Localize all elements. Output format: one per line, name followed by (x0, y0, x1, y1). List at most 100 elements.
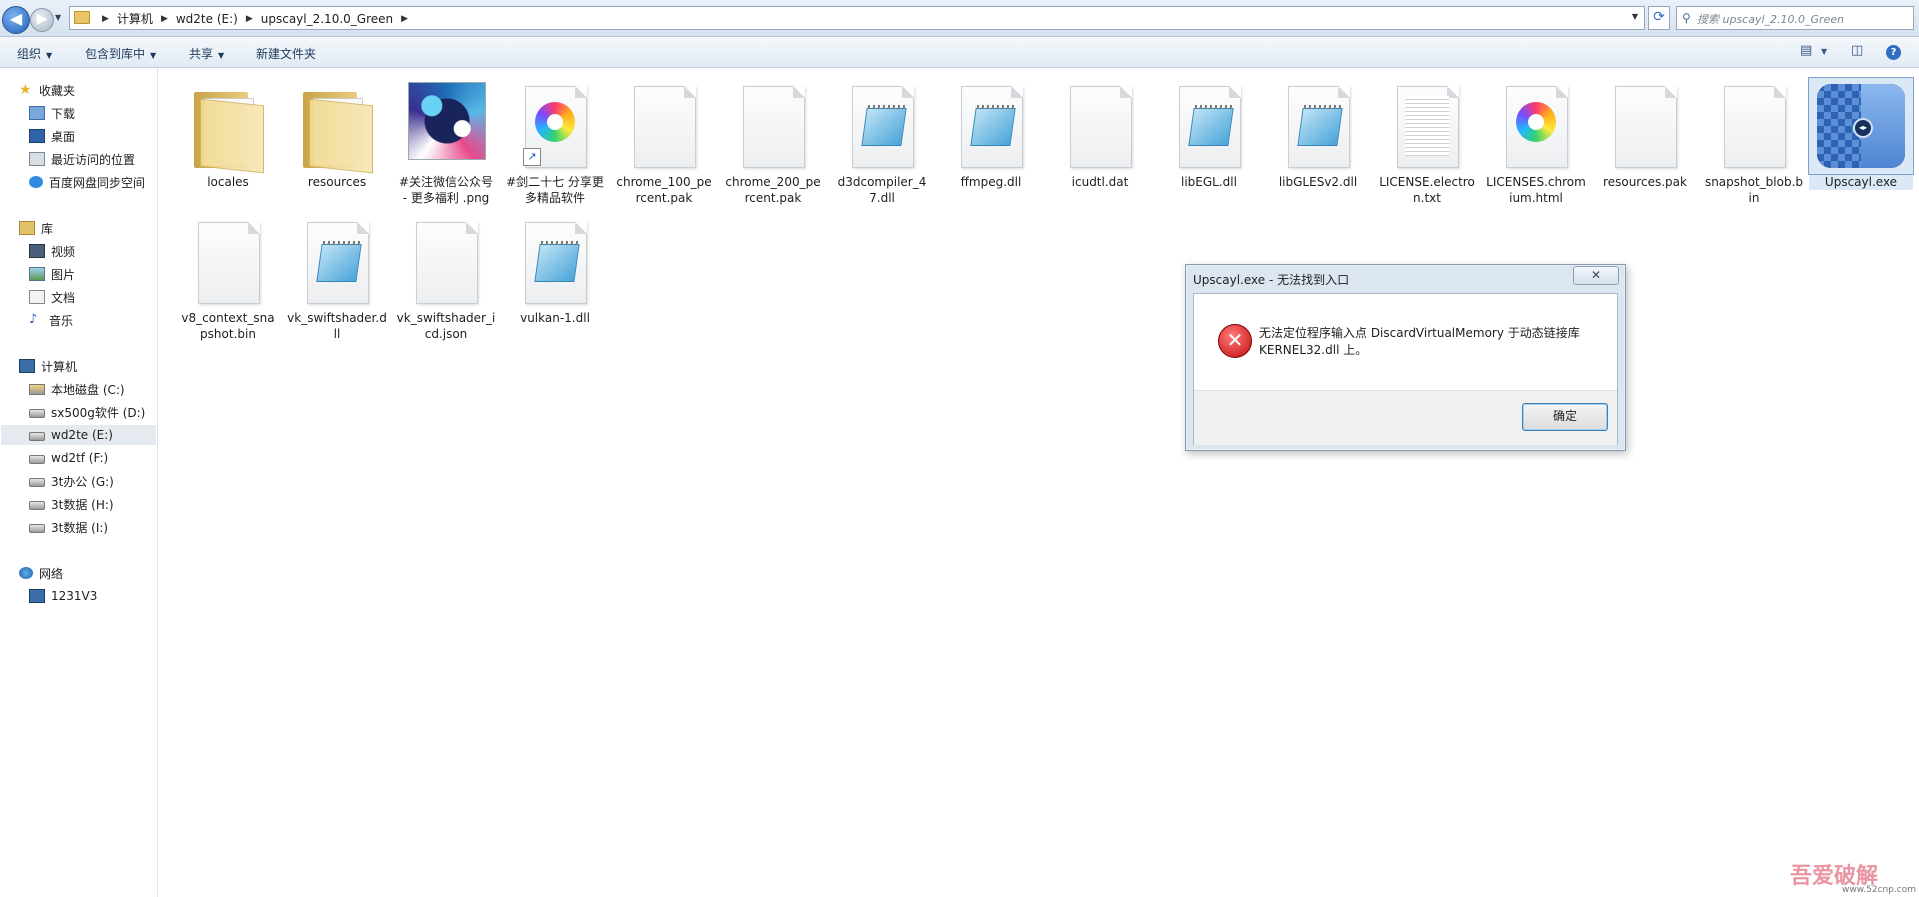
refresh-button[interactable]: ⟳ (1648, 6, 1670, 30)
organize-label: 组织 (17, 47, 42, 61)
share-button[interactable]: 共享 ▼ (189, 45, 224, 62)
sidebar-item-drive-i[interactable]: 3t数据 (I:) (29, 517, 108, 537)
sidebar-item-videos[interactable]: 视频 (29, 241, 75, 261)
notepad-icon (1188, 108, 1234, 146)
preview-pane-icon[interactable]: ◫ (1851, 43, 1863, 58)
view-options-dropdown-icon[interactable]: ▼ (1821, 47, 1827, 56)
change-view-icon[interactable]: ▤ (1800, 43, 1812, 58)
sidebar-item-label: 1231V3 (51, 589, 98, 603)
breadcrumb-separator-icon[interactable]: ▶ (246, 14, 253, 24)
file-item[interactable]: ↗ #剑二十七 分享更多精品软件 (503, 78, 607, 206)
file-item[interactable]: #关注微信公众号 - 更多福利 .png (394, 78, 498, 206)
sidebar-item-baidu-sync[interactable]: 百度网盘同步空间 (29, 172, 145, 192)
back-arrow-icon: ◀ (9, 9, 23, 28)
file-item[interactable]: LICENSES.chromium.html (1484, 78, 1588, 206)
sidebar-item-drive-f[interactable]: wd2tf (F:) (29, 448, 108, 468)
back-button[interactable]: ◀ (2, 6, 30, 34)
sidebar-item-music[interactable]: ♪ 音乐 (29, 310, 73, 330)
include-in-library-button[interactable]: 包含到库中 ▼ (85, 45, 156, 62)
desktop-icon (29, 129, 45, 143)
file-item[interactable]: libGLESv2.dll (1266, 78, 1370, 190)
file-icon (416, 222, 478, 304)
include-in-library-label: 包含到库中 (85, 47, 146, 61)
colorful-ring-icon (535, 102, 575, 142)
dialog-close-button[interactable]: ✕ (1573, 266, 1619, 285)
sidebar-item-label: 下载 (51, 106, 76, 121)
new-folder-button[interactable]: 新建文件夹 (256, 45, 316, 62)
file-item[interactable]: snapshot_blob.bin (1702, 78, 1806, 206)
file-name: vk_swiftshader_icd.json (396, 311, 496, 341)
sidebar-item-drive-h[interactable]: 3t数据 (H:) (29, 494, 114, 514)
notepad-icon (970, 108, 1016, 146)
file-item[interactable]: v8_context_snapshot.bin (176, 214, 280, 342)
sidebar-item-drive-d[interactable]: sx500g软件 (D:) (29, 402, 145, 422)
sidebar-item-drive-c[interactable]: 本地磁盘 (C:) (29, 379, 125, 399)
ok-button[interactable]: 确定 (1522, 403, 1608, 431)
sidebar-libraries-label: 库 (41, 221, 54, 236)
sidebar-item-network-pc[interactable]: 1231V3 (29, 586, 97, 606)
notepad-icon (316, 244, 362, 282)
file-name: resources (307, 175, 367, 189)
sidebar-item-recent-places[interactable]: 最近访问的位置 (29, 149, 135, 169)
breadcrumb-separator-icon[interactable]: ▶ (102, 14, 109, 24)
forward-arrow-icon: ▶ (36, 11, 48, 27)
file-item[interactable]: libEGL.dll (1157, 78, 1261, 190)
recent-pages-dropdown-icon[interactable]: ▼ (55, 13, 61, 22)
file-name: icudtl.dat (1071, 175, 1129, 189)
forward-button[interactable]: ▶ (30, 8, 54, 32)
file-item[interactable]: icudtl.dat (1048, 78, 1152, 190)
notepad-icon (861, 108, 907, 146)
file-item[interactable]: chrome_100_percent.pak (612, 78, 716, 206)
organize-menu-button[interactable]: 组织 ▼ (17, 45, 52, 62)
sidebar-computer[interactable]: 计算机 (19, 356, 77, 376)
file-name: LICENSES.chromium.html (1486, 175, 1586, 205)
search-input[interactable]: ⚲ 搜索 upscayl_2.10.0_Green (1676, 6, 1914, 30)
hard-drive-icon (29, 523, 45, 533)
file-item[interactable]: vk_swiftshader.dll (285, 214, 389, 342)
sidebar-item-label: 图片 (51, 267, 76, 282)
file-item[interactable]: LICENSE.electron.txt (1375, 78, 1479, 206)
file-name: libGLESv2.dll (1278, 175, 1358, 189)
breadcrumb-separator-icon[interactable]: ▶ (161, 14, 168, 24)
file-name: v8_context_snapshot.bin (181, 311, 275, 341)
sidebar-network[interactable]: 网络 (19, 563, 63, 583)
sidebar-favorites[interactable]: ★ 收藏夹 (19, 80, 75, 100)
breadcrumb-item-drive[interactable]: wd2te (E:) (176, 12, 238, 26)
breadcrumb-item-folder[interactable]: upscayl_2.10.0_Green (261, 12, 393, 26)
address-history-dropdown-icon[interactable]: ▼ (1632, 12, 1638, 21)
sidebar-item-label: wd2te (E:) (51, 428, 113, 442)
file-item[interactable]: d3dcompiler_47.dll (830, 78, 934, 206)
file-item[interactable]: ffmpeg.dll (939, 78, 1043, 190)
hard-drive-icon (29, 477, 45, 487)
file-name: vk_swiftshader.dll (287, 311, 387, 341)
file-item[interactable]: locales (176, 78, 280, 190)
file-item[interactable]: resources.pak (1593, 78, 1697, 190)
refresh-icon: ⟳ (1653, 9, 1665, 25)
breadcrumb-separator-icon[interactable]: ▶ (401, 14, 408, 24)
sidebar-item-drive-e[interactable]: wd2te (E:) (1, 425, 156, 445)
address-field[interactable]: ▶ 计算机 ▶ wd2te (E:) ▶ upscayl_2.10.0_Gree… (69, 6, 1645, 30)
error-x-icon: ✕ (1218, 324, 1252, 358)
sidebar-item-documents[interactable]: 文档 (29, 287, 75, 307)
sidebar-item-drive-g[interactable]: 3t办公 (G:) (29, 471, 114, 491)
file-name: vulkan-1.dll (520, 311, 590, 325)
file-item[interactable]: vulkan-1.dll (503, 214, 607, 326)
file-name: chrome_200_percent.pak (725, 175, 821, 205)
file-item[interactable]: chrome_200_percent.pak (721, 78, 825, 206)
help-icon[interactable]: ? (1886, 45, 1901, 60)
sidebar-item-downloads[interactable]: 下载 (29, 103, 75, 123)
sidebar-item-label: 3t办公 (G:) (51, 474, 114, 489)
sidebar-favorites-label: 收藏夹 (39, 83, 76, 98)
sidebar-item-desktop[interactable]: 桌面 (29, 126, 75, 146)
sidebar-libraries[interactable]: 库 (19, 218, 53, 238)
sidebar-item-pictures[interactable]: 图片 (29, 264, 75, 284)
file-item[interactable]: resources (285, 78, 389, 190)
file-item-selected[interactable]: ◂▸ Upscayl.exe (1808, 77, 1914, 190)
hard-drive-icon (29, 431, 45, 441)
command-bar: 组织 ▼ 包含到库中 ▼ 共享 ▼ 新建文件夹 ▤ ▼ ◫ ? (0, 37, 1919, 68)
colorful-ring-icon (1516, 102, 1556, 142)
file-item[interactable]: vk_swiftshader_icd.json (394, 214, 498, 342)
breadcrumb-item-computer[interactable]: 计算机 (117, 10, 153, 27)
dialog-title: Upscayl.exe - 无法找到入口 (1193, 273, 1350, 287)
file-name: Upscayl.exe (1809, 174, 1913, 190)
